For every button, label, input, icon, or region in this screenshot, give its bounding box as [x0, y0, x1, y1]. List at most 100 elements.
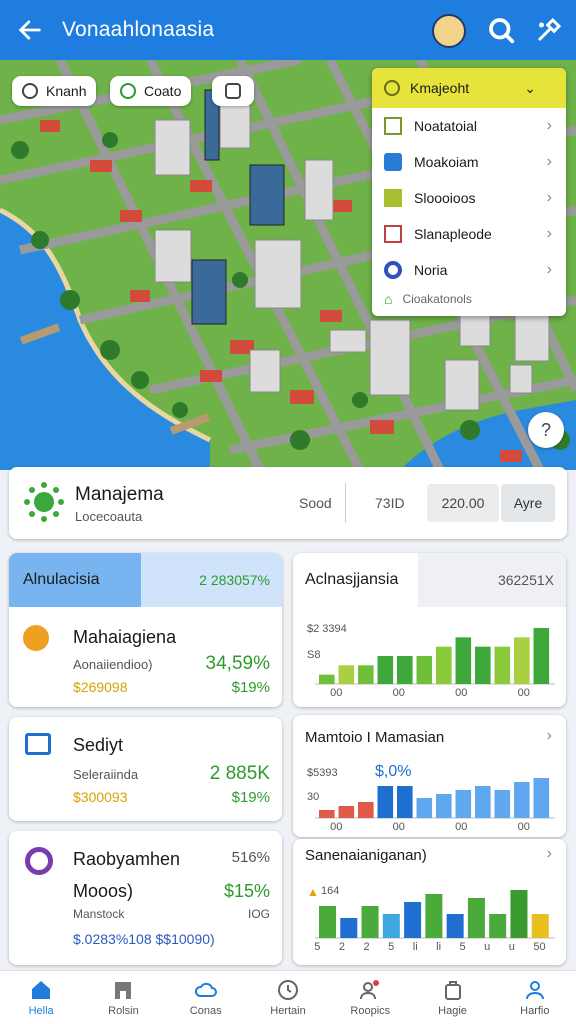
x-tick-label: 00	[517, 821, 530, 833]
pill-label: Knanh	[46, 83, 87, 99]
nav-item-bag[interactable]: Hagie	[411, 971, 493, 1024]
app-bar: Vonaahlonaasia	[0, 0, 576, 60]
chart-bar	[514, 637, 530, 684]
card-value: 34,59%	[205, 653, 270, 674]
emblem-icon[interactable]	[432, 14, 466, 48]
card-footer-amount: $.0283%108 $$10090)	[73, 931, 215, 947]
dropdown-item[interactable]: Noria ›	[372, 252, 566, 288]
chart-bar	[436, 646, 452, 684]
map-filter-pill[interactable]: Coato	[110, 76, 192, 106]
chevron-right-icon[interactable]: ›	[547, 845, 552, 863]
chevron-right-icon: ›	[546, 153, 552, 170]
summary-action-button[interactable]: Ayre	[501, 484, 555, 522]
bar-chart	[315, 778, 555, 819]
nav-item-home[interactable]: Hella	[0, 971, 82, 1024]
square-icon	[225, 83, 241, 99]
chart-bar	[340, 918, 358, 938]
summary-stat: Sood	[299, 495, 332, 511]
nav-item-cloud[interactable]: Conas	[165, 971, 247, 1024]
x-tick-label: 00	[392, 687, 405, 699]
chart-bar	[455, 790, 472, 818]
back-arrow-icon[interactable]	[16, 16, 44, 44]
chart-bar	[416, 656, 433, 684]
summary-value-field[interactable]: 220.00	[427, 484, 499, 522]
dropdown-header[interactable]: Kmajeoht ⌄	[372, 68, 566, 108]
dropdown-item[interactable]: Noatatoial ›	[372, 108, 566, 144]
nav-item-clock[interactable]: Hertain	[247, 971, 329, 1024]
chart-bar	[533, 628, 550, 684]
chart-bar	[404, 902, 422, 938]
nav-label: Harfio	[520, 1005, 550, 1017]
map-filter-pill[interactable]: Knanh	[12, 76, 97, 106]
grid-icon	[384, 225, 402, 243]
card-title: Raobyamhen	[73, 849, 181, 869]
x-axis-labels: 00 00 00 00	[305, 687, 555, 699]
x-tick-label: 50	[533, 941, 546, 953]
card-title: Sediyt	[73, 735, 124, 755]
compass-icon	[384, 80, 400, 96]
question-icon: ?	[540, 419, 551, 440]
chart-bar	[475, 646, 491, 684]
dropdown-footer[interactable]: ⌂ Cioakatonols	[372, 288, 566, 310]
chart-bar	[436, 794, 452, 818]
summary-subtitle: Locecoauta	[75, 509, 143, 524]
chart-bar	[377, 656, 394, 684]
x-tick-label: 00	[517, 687, 530, 699]
chevron-right-icon: ›	[546, 189, 552, 206]
card-value: $15%	[223, 881, 270, 901]
dropdown-item-label: Moakoiam	[414, 154, 479, 170]
stat-card[interactable]: Raobyamhen 516% Mooos) $15% Manstock IOG…	[9, 831, 282, 965]
chart-bar	[358, 802, 374, 818]
card-percent: $19%	[231, 789, 270, 806]
search-icon[interactable]	[486, 15, 516, 45]
dropdown-item[interactable]: Sloooioos ›	[372, 180, 566, 216]
nav-label: Roopics	[350, 1005, 391, 1017]
chart-bar	[533, 778, 550, 818]
dropdown-item[interactable]: Slanapleode ›	[372, 216, 566, 252]
x-tick-label: 00	[330, 821, 343, 833]
chart-bar	[397, 656, 413, 684]
nav-item-people[interactable]: Roopics	[329, 971, 411, 1024]
square-green-icon	[384, 189, 402, 207]
chart-bar	[338, 665, 355, 684]
chart-bar	[319, 906, 337, 938]
nav-item-profile[interactable]: Harfio	[494, 971, 576, 1024]
chart-title: Aclnasjjansia	[305, 571, 399, 588]
chart-bar	[494, 790, 511, 818]
chart-bar	[531, 914, 549, 938]
chevron-right-icon[interactable]: ›	[547, 727, 552, 745]
map-filter-pill[interactable]	[212, 76, 254, 106]
chart-bar	[319, 674, 335, 684]
card-amount: $300093	[73, 789, 128, 805]
x-tick-label: 00	[392, 821, 405, 833]
card-percent: $19%	[231, 679, 270, 696]
chevron-right-icon: ›	[546, 117, 552, 134]
face-icon	[23, 625, 49, 651]
x-tick-label: 2	[363, 941, 370, 953]
chart-bar	[319, 810, 335, 818]
chart-bar	[397, 786, 413, 818]
card-subtitle: Seleraiinda	[73, 767, 139, 782]
x-tick-label: 5	[459, 941, 466, 953]
stat-card[interactable]: Sediyt Seleraiinda 2 885K $300093 $19%	[9, 717, 282, 821]
chart-bar	[475, 786, 491, 818]
chart-bar	[338, 806, 355, 818]
chart-card[interactable]: Sanenaianiganan) › ▲ 164 5 2 2 5 li li 5 u u 50	[293, 839, 566, 965]
dropdown-item[interactable]: Moakoiam ›	[372, 144, 566, 180]
tools-icon[interactable]	[534, 15, 564, 45]
chart-title: Mamtoio I Mamasian	[305, 729, 445, 746]
chart-bar	[377, 786, 394, 818]
chart-bar	[361, 906, 379, 938]
card-secondary-title: Mooos)	[73, 881, 134, 901]
stat-card[interactable]: Alnulacisia 2 283057% Mahaiagiena Aonaii…	[9, 553, 282, 707]
dropdown-item-label: Noria	[414, 262, 448, 278]
clock-icon	[277, 980, 298, 1000]
help-button[interactable]: ?	[528, 412, 564, 448]
dropdown-item-label: Slanapleode	[414, 226, 492, 242]
x-tick-label: 5	[314, 941, 321, 953]
chart-card[interactable]: Aclnasjjansia 362251X $2 3394 S8 00 00 00 0…	[293, 553, 566, 707]
chart-card[interactable]: Mamtoio I Mamasian › $5393 30 $,0% 00 00 0…	[293, 715, 566, 837]
nav-item-buildings[interactable]: Rolsin	[82, 971, 164, 1024]
card-subtitle: Manstock	[73, 907, 125, 921]
cloud-icon	[194, 982, 217, 997]
